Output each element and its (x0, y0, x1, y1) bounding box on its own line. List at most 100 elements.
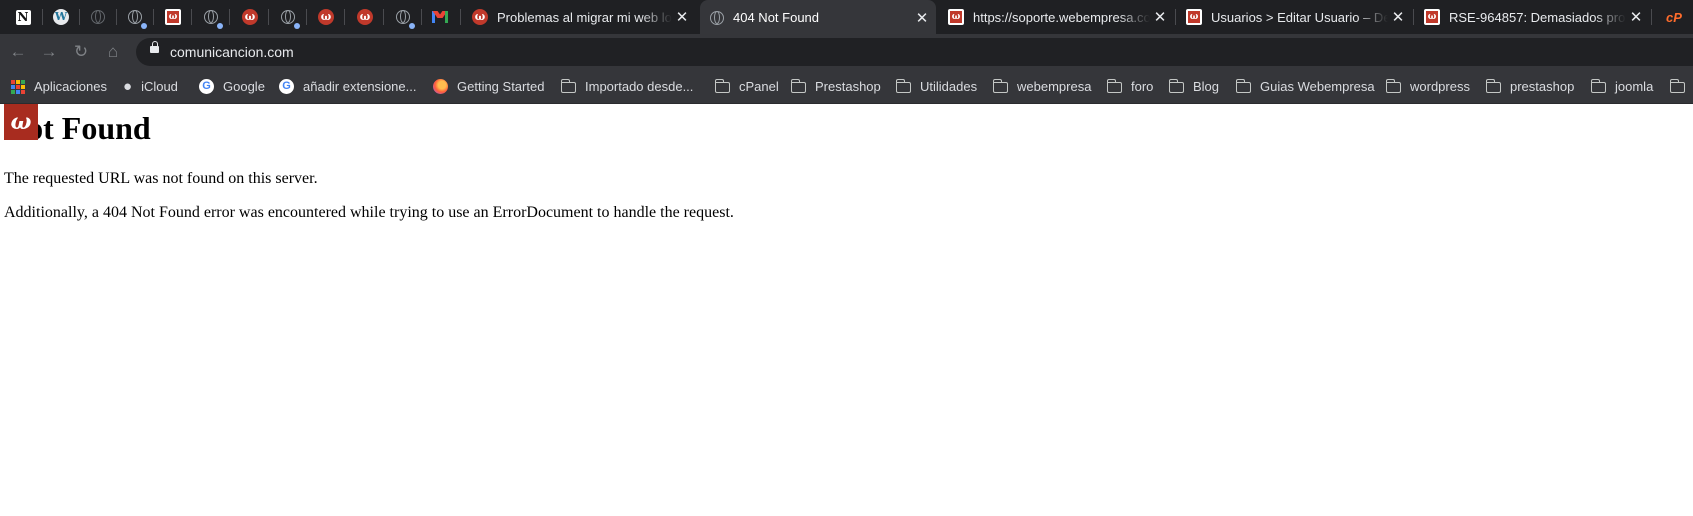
pinned-tab-globe[interactable] (80, 0, 116, 34)
firefox-icon (433, 79, 448, 94)
bookmark-google[interactable]: G Google (199, 70, 265, 103)
pinned-tab-webempresa[interactable]: ω (232, 0, 268, 34)
globe-icon (710, 10, 724, 25)
close-icon[interactable]: ✕ (672, 8, 692, 26)
bookmark-icloud[interactable]: ● iCloud (123, 70, 178, 103)
browser-toolbar: ← → ↻ ⌂ comunicancion.com (0, 34, 1693, 70)
folder-icon (1106, 79, 1122, 93)
tab-separator (344, 9, 345, 25)
tab-separator (383, 9, 384, 25)
webempresa-icon: ω (1424, 9, 1440, 25)
bookmark-folder-foro[interactable]: foro (1106, 70, 1154, 103)
notion-icon: N (15, 9, 31, 25)
bookmark-label: foro (1131, 79, 1154, 94)
google-icon: G (279, 79, 294, 94)
pinned-tab-wordpress[interactable]: W (43, 0, 79, 34)
bookmark-label: Importado desde... (585, 79, 694, 94)
bookmark-folder-utilidades[interactable]: Utilidades (895, 70, 978, 103)
tab-separator (229, 9, 230, 25)
address-bar[interactable]: comunicancion.com (136, 38, 1693, 66)
bookmark-label: iCloud (141, 79, 178, 94)
bookmark-label: webempresa (1017, 79, 1092, 94)
tab-title: https://soporte.webempresa.com (973, 9, 1150, 25)
bookmark-label: Blog (1193, 79, 1220, 94)
globe-icon (91, 10, 105, 24)
folder-icon (714, 79, 730, 93)
bookmark-folder-importado[interactable]: Importado desde... (560, 70, 694, 103)
bookmarks-bar: Aplicaciones ● iCloud G Google G añadir … (0, 70, 1693, 104)
pinned-tab-webempresa[interactable]: ω (308, 0, 344, 34)
tab-usuarios-editar[interactable]: ω Usuarios > Editar Usuario – Dev ✕ (1176, 0, 1412, 34)
gmail-icon (432, 11, 448, 23)
bookmark-folder-guias-webempresa[interactable]: Guias Webempresa (1235, 70, 1375, 103)
webempresa-icon: ω (318, 9, 334, 25)
pinned-tab-webempresa[interactable]: ω (155, 0, 191, 34)
webempresa-floating-logo[interactable]: ω (4, 104, 38, 140)
folder-icon (790, 79, 806, 93)
tab-separator (268, 9, 269, 25)
globe-icon (128, 10, 147, 29)
tab-title: Usuarios > Editar Usuario – Dev (1211, 9, 1388, 25)
bookmark-folder-blog[interactable]: Blog (1168, 70, 1220, 103)
google-icon: G (199, 79, 214, 94)
tab-404-not-found[interactable]: 404 Not Found ✕ (700, 0, 936, 34)
lock-icon[interactable] (150, 41, 159, 53)
folder-icon (1385, 79, 1401, 93)
folder-icon (1168, 79, 1184, 93)
bookmark-folder-wordpress[interactable]: wordpress (1385, 70, 1470, 103)
tab-cpanel[interactable]: cP (1656, 0, 1692, 34)
folder-icon (895, 79, 911, 93)
tab-problemas-migrar[interactable]: ω Problemas al migrar mi web local ✕ (462, 0, 696, 34)
pinned-tab-globe[interactable] (117, 0, 153, 34)
pinned-tab-gmail[interactable] (422, 0, 458, 34)
close-icon[interactable]: ✕ (912, 9, 932, 27)
bookmark-label: Prestashop (815, 79, 881, 94)
pinned-tab-notion[interactable]: N (5, 0, 41, 34)
pinned-tab-globe[interactable] (193, 0, 229, 34)
bookmark-label: Utilidades (920, 79, 978, 94)
bookmark-label: Guias Webempresa (1260, 79, 1375, 94)
home-button[interactable]: ⌂ (101, 40, 125, 64)
bookmark-folder-webempresa[interactable]: webempresa (992, 70, 1092, 103)
folder-icon (1590, 79, 1606, 93)
apple-icon: ● (123, 78, 133, 95)
tab-separator (1651, 9, 1652, 25)
bookmark-label: añadir extensione... (303, 79, 417, 94)
bookmark-aplicaciones[interactable]: Aplicaciones (11, 70, 107, 103)
globe-icon (396, 10, 415, 29)
bookmark-folder-joomla[interactable]: joomla (1590, 70, 1654, 103)
folder-icon (1485, 79, 1501, 93)
tab-title: RSE-964857: Demasiados procesos (1449, 9, 1626, 25)
webempresa-icon: ω (242, 9, 258, 25)
close-icon[interactable]: ✕ (1388, 8, 1408, 26)
bookmark-anadir-extensiones[interactable]: G añadir extensione... (279, 70, 416, 103)
tab-soporte-webempresa[interactable]: ω https://soporte.webempresa.com ✕ (938, 0, 1174, 34)
folder-icon (1669, 79, 1685, 93)
bookmark-label: prestashop (1510, 79, 1575, 94)
back-button[interactable]: ← (6, 40, 30, 64)
pinned-tab-webempresa[interactable]: ω (347, 0, 383, 34)
bookmark-folder-more[interactable] (1669, 70, 1693, 103)
close-icon[interactable]: ✕ (1626, 8, 1646, 26)
bookmark-folder-prestashop[interactable]: Prestashop (790, 70, 881, 103)
folder-icon (1235, 79, 1251, 93)
reload-button[interactable]: ↻ (69, 40, 93, 64)
error-document-message: Additionally, a 404 Not Found error was … (4, 204, 734, 221)
webempresa-icon: ω (165, 9, 181, 25)
globe-icon (281, 10, 300, 29)
bookmark-folder-cpanel[interactable]: cPanel (714, 70, 779, 103)
close-icon[interactable]: ✕ (1150, 8, 1170, 26)
forward-button[interactable]: → (37, 40, 61, 64)
bookmark-label: joomla (1615, 79, 1654, 94)
pinned-tab-globe[interactable] (385, 0, 421, 34)
url-text[interactable]: comunicancion.com (170, 38, 294, 66)
bookmark-label: Google (223, 79, 265, 94)
webempresa-logo-icon: ω (10, 109, 32, 135)
bookmark-getting-started[interactable]: Getting Started (433, 70, 544, 103)
pinned-tab-globe[interactable] (270, 0, 306, 34)
tab-rse-964857[interactable]: ω RSE-964857: Demasiados procesos ✕ (1414, 0, 1650, 34)
tab-title: Problemas al migrar mi web local (497, 9, 672, 25)
tab-strip: N W ω ω ω ω ω Problemas al migrar mi web… (0, 0, 1693, 34)
bookmark-folder-prestashop-2[interactable]: prestashop (1485, 70, 1575, 103)
cpanel-icon: cP (1666, 9, 1682, 25)
